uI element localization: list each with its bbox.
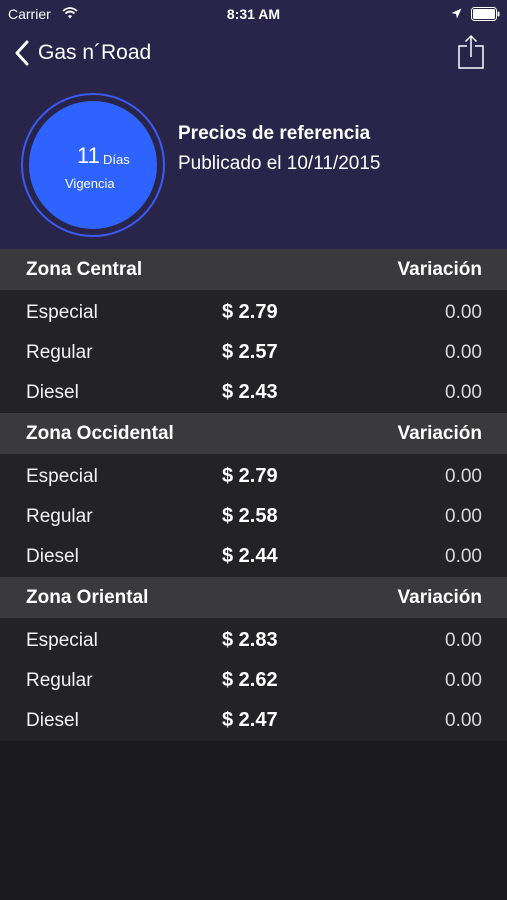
zone-name: Zona Oriental xyxy=(26,587,149,608)
status-bar: Carrier 8:31 AM xyxy=(0,0,507,28)
price-row: Especial $ 2.79 0.00 xyxy=(0,456,507,496)
fuel-name: Diesel xyxy=(26,546,79,567)
fuel-price: $ 2.62 xyxy=(222,669,278,691)
zone-rows: Especial $ 2.79 0.00 Regular $ 2.58 0.00… xyxy=(0,454,507,577)
price-row: Especial $ 2.79 0.00 xyxy=(0,292,507,332)
price-row: Regular $ 2.58 0.00 xyxy=(0,496,507,536)
fuel-price: $ 2.58 xyxy=(222,505,278,527)
header: Carrier 8:31 AM Gas n´Road 11 Días Vigen… xyxy=(0,0,507,249)
price-row: Regular $ 2.62 0.00 xyxy=(0,660,507,700)
zone-header: Zona Central Variación xyxy=(0,249,507,290)
price-row: Diesel $ 2.47 0.00 xyxy=(0,700,507,740)
share-icon[interactable] xyxy=(457,34,485,70)
zone-header: Zona Occidental Variación xyxy=(0,413,507,454)
price-row: Regular $ 2.57 0.00 xyxy=(0,332,507,372)
published-date: Publicado el 10/11/2015 xyxy=(178,153,381,174)
fuel-name: Especial xyxy=(26,466,98,487)
back-button-label: Gas n´Road xyxy=(38,41,152,64)
fuel-variation: 0.00 xyxy=(445,630,482,651)
battery-icon xyxy=(471,7,500,21)
fuel-variation: 0.00 xyxy=(445,302,482,323)
price-row: Diesel $ 2.43 0.00 xyxy=(0,372,507,412)
fuel-price: $ 2.83 xyxy=(222,629,278,651)
zone-rows: Especial $ 2.79 0.00 Regular $ 2.57 0.00… xyxy=(0,290,507,413)
fuel-variation: 0.00 xyxy=(445,670,482,691)
location-arrow-icon xyxy=(451,8,462,19)
fuel-price: $ 2.47 xyxy=(222,709,278,731)
fuel-variation: 0.00 xyxy=(445,710,482,731)
fuel-variation: 0.00 xyxy=(445,382,482,403)
fuel-variation: 0.00 xyxy=(445,506,482,527)
fuel-name: Diesel xyxy=(26,710,79,731)
reference-title: Precios de referencia xyxy=(178,123,371,144)
fuel-price: $ 2.79 xyxy=(222,301,278,323)
fuel-price: $ 2.44 xyxy=(222,545,278,567)
fuel-name: Regular xyxy=(26,670,93,691)
fuel-price: $ 2.43 xyxy=(222,381,278,403)
zone-header: Zona Oriental Variación xyxy=(0,577,507,618)
back-chevron-icon xyxy=(15,40,29,66)
fuel-variation: 0.00 xyxy=(445,546,482,567)
price-row: Especial $ 2.83 0.00 xyxy=(0,620,507,660)
zone-name: Zona Central xyxy=(26,259,143,280)
price-row: Diesel $ 2.44 0.00 xyxy=(0,536,507,576)
zone-rows: Especial $ 2.83 0.00 Regular $ 2.62 0.00… xyxy=(0,618,507,741)
validity-days-label: Días xyxy=(103,152,130,167)
fuel-name: Especial xyxy=(26,302,98,323)
variation-header: Variación xyxy=(397,587,483,608)
fuel-price: $ 2.57 xyxy=(222,341,278,363)
fuel-variation: 0.00 xyxy=(445,466,482,487)
fuel-name: Regular xyxy=(26,506,93,527)
fuel-name: Regular xyxy=(26,342,93,363)
fuel-name: Especial xyxy=(26,630,98,651)
back-button[interactable]: Gas n´Road xyxy=(14,38,151,68)
variation-header: Variación xyxy=(397,423,483,444)
validity-label: Vigencia xyxy=(65,176,115,191)
fuel-name: Diesel xyxy=(26,382,79,403)
fuel-variation: 0.00 xyxy=(445,342,482,363)
status-time: 8:31 AM xyxy=(226,6,281,22)
validity-days-number: 11 xyxy=(77,143,100,168)
variation-header: Variación xyxy=(397,259,483,280)
fuel-price: $ 2.79 xyxy=(222,465,278,487)
zone-name: Zona Occidental xyxy=(26,423,174,444)
